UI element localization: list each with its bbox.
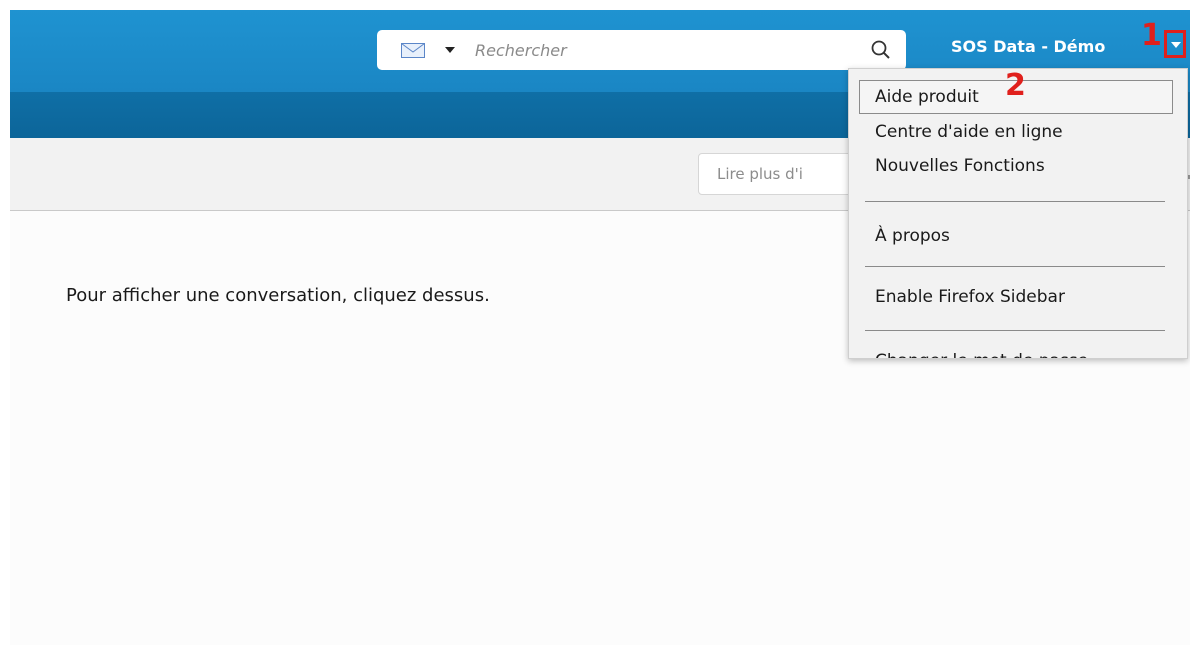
annotation-step-2: 2 [1005, 68, 1026, 103]
chevron-down-icon [1171, 42, 1181, 48]
mail-icon[interactable] [401, 43, 425, 58]
menu-separator [865, 201, 1165, 202]
user-dropdown-menu: Aide produit Centre d'aide en ligne Nouv… [848, 68, 1188, 359]
menu-separator [865, 330, 1165, 331]
menu-item-online-help-center[interactable]: Centre d'aide en ligne [859, 115, 1173, 149]
search-box[interactable] [377, 30, 906, 70]
menu-item-about[interactable]: À propos [859, 219, 1173, 253]
menu-item-change-password[interactable]: Changer le mot de passe [859, 344, 1173, 358]
annotation-step-1: 1 [1141, 18, 1162, 53]
menu-item-enable-firefox-sidebar[interactable]: Enable Firefox Sidebar [859, 280, 1173, 314]
user-name[interactable]: SOS Data - Démo [951, 37, 1105, 56]
user-menu-toggle-button[interactable] [1164, 30, 1186, 58]
search-scope-caret-icon[interactable] [445, 47, 455, 53]
search-input[interactable] [475, 38, 835, 62]
menu-item-new-features[interactable]: Nouvelles Fonctions [859, 149, 1173, 183]
menu-separator [865, 266, 1165, 267]
empty-conversation-message: Pour afficher une conversation, cliquez … [66, 285, 490, 306]
read-more-label: Lire plus d'i [717, 165, 803, 183]
app-window: SOS Data - Démo 1 Lire plus d'i Pour aff… [10, 10, 1190, 645]
search-icon[interactable] [870, 39, 892, 61]
